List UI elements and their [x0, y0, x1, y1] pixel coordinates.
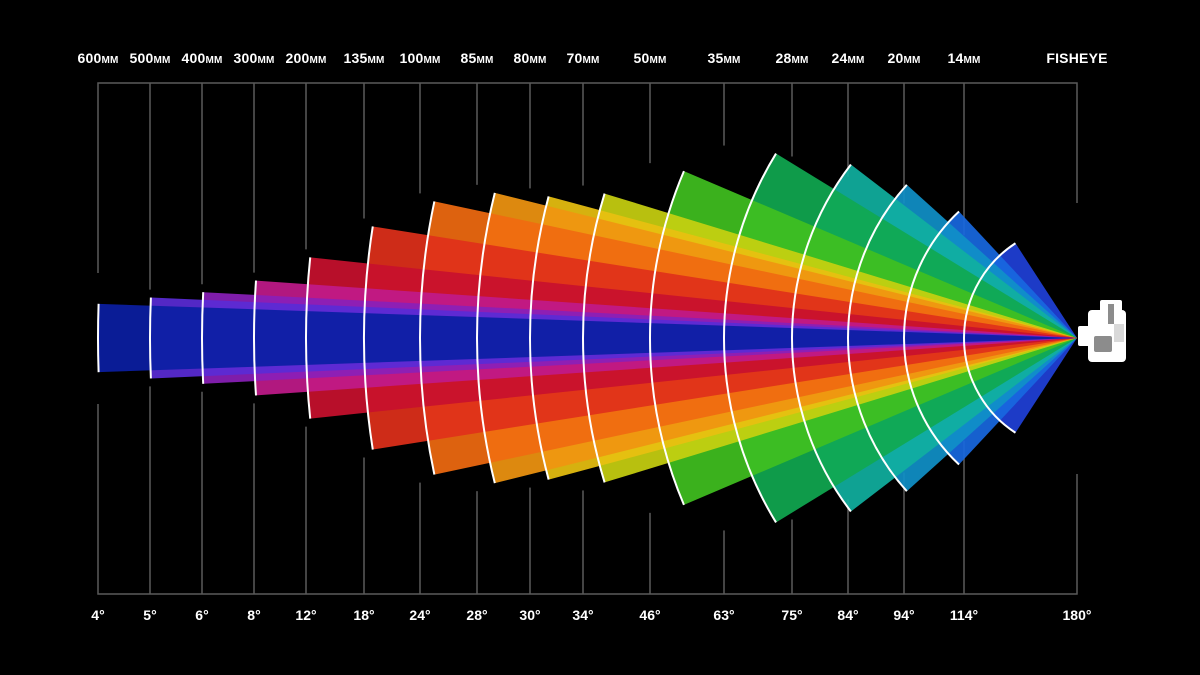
focal-label: 200MM: [285, 50, 326, 66]
camera-icon: [1078, 300, 1126, 362]
focal-unit: MM: [529, 55, 546, 66]
focal-label: 500MM: [129, 50, 170, 66]
angle-label: 180°: [1063, 607, 1092, 623]
focal-number: 35: [707, 50, 723, 66]
focal-label: 20MM: [887, 50, 920, 66]
focal-unit: MM: [903, 55, 920, 66]
focal-label: 300MM: [233, 50, 274, 66]
focal-unit: MM: [791, 55, 808, 66]
focal-unit: MM: [649, 55, 666, 66]
angle-label: 46°: [639, 607, 660, 623]
focal-unit: MM: [367, 55, 384, 66]
focal-label: 24MM: [831, 50, 864, 66]
focal-unit: MM: [309, 55, 326, 66]
focal-unit: MM: [101, 55, 118, 66]
focal-label: 600MM: [77, 50, 118, 66]
focal-number: 50: [633, 50, 649, 66]
angle-label: 34°: [572, 607, 593, 623]
view-arc-500: [148, 297, 152, 379]
focal-label: 100MM: [399, 50, 440, 66]
focal-label: 135MM: [343, 50, 384, 66]
angle-labels: 4° 5° 6° 8° 12° 18° 24° 28° 30° 34° 46° 63° 75° 84° 94…: [91, 607, 1091, 623]
focal-number: 600: [77, 50, 101, 66]
focal-label: 28MM: [775, 50, 808, 66]
view-arc-600: [97, 303, 100, 373]
focal-number: 300: [233, 50, 257, 66]
focal-unit: MM: [205, 55, 222, 66]
view-angle-wedges: [98, 153, 1078, 523]
angle-label: 24°: [409, 607, 430, 623]
angle-label: 114°: [950, 607, 978, 623]
angle-label: 6°: [195, 607, 208, 623]
focal-number: 14: [947, 50, 963, 66]
focal-label: 400MM: [181, 50, 222, 66]
focal-label: 35MM: [707, 50, 740, 66]
focal-number: 28: [775, 50, 791, 66]
focal-number: 100: [399, 50, 423, 66]
focal-unit: MM: [476, 55, 493, 66]
focal-unit: MM: [723, 55, 740, 66]
focal-label: 14MM: [947, 50, 980, 66]
angle-label: 28°: [466, 607, 487, 623]
focal-label: FISHEYE: [1046, 50, 1107, 66]
focal-unit: MM: [153, 55, 170, 66]
focal-length-labels: 600MM 500MM 400MM 300MM 200MM 135MM 100MM 85MM 8…: [77, 50, 1107, 66]
focal-number: 135: [343, 50, 367, 66]
field-of-view-diagram: 600MM 500MM 400MM 300MM 200MM 135MM 100MM 85MM 8…: [77, 50, 1126, 623]
angle-label: 18°: [353, 607, 374, 623]
focal-number: 80: [513, 50, 529, 66]
angle-label: 84°: [837, 607, 858, 623]
angle-label: 4°: [91, 607, 104, 623]
focal-number: 24: [831, 50, 847, 66]
angle-label: 5°: [143, 607, 156, 623]
focal-number: 500: [129, 50, 153, 66]
focal-unit: MM: [257, 55, 274, 66]
focal-number: 400: [181, 50, 205, 66]
focal-unit: MM: [963, 55, 980, 66]
focal-unit: MM: [582, 55, 599, 66]
focal-number: 85: [460, 50, 476, 66]
focal-unit: MM: [423, 55, 440, 66]
focal-number: 200: [285, 50, 309, 66]
focal-number: 70: [566, 50, 582, 66]
angle-label: 12°: [295, 607, 316, 623]
focal-number: 20: [887, 50, 903, 66]
angle-label: 63°: [713, 607, 734, 623]
angle-label: 8°: [247, 607, 260, 623]
focal-label: 80MM: [513, 50, 546, 66]
angle-label: 30°: [519, 607, 540, 623]
focal-label: 85MM: [460, 50, 493, 66]
focal-label: 70MM: [566, 50, 599, 66]
focal-unit: MM: [847, 55, 864, 66]
angle-label: 94°: [893, 607, 914, 623]
focal-label: 50MM: [633, 50, 666, 66]
focal-number: FISHEYE: [1046, 50, 1107, 66]
angle-label: 75°: [781, 607, 802, 623]
